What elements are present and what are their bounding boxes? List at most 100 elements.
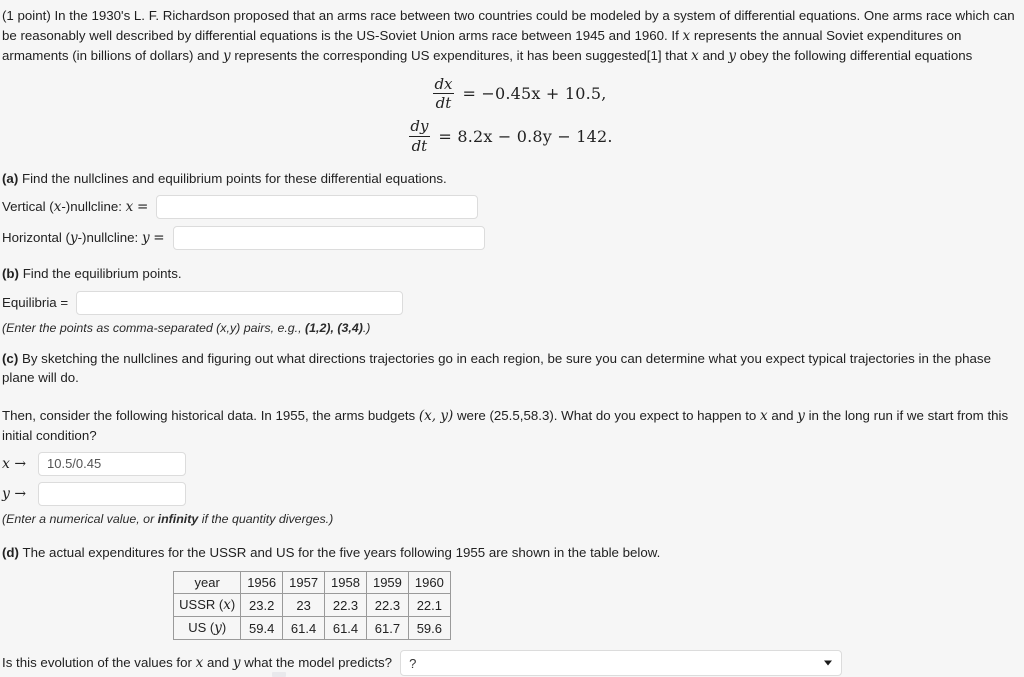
cell-ussr-1: 23.2 xyxy=(240,593,284,618)
part-c: (c) By sketching the nullclines and figu… xyxy=(0,349,1024,388)
limit-var-x: x xyxy=(2,455,10,472)
label-prefix: Horizontal ( xyxy=(2,230,70,246)
historical-prefix: Then, consider the following historical … xyxy=(2,407,416,423)
fraction-denominator: dt xyxy=(432,93,455,112)
label-var-y: y xyxy=(69,230,78,247)
fraction-dy-dt: dy dt xyxy=(407,118,431,155)
question-suffix: what the model predicts? xyxy=(244,655,393,671)
expenditures-table: year 1956 1957 1958 1959 1960 USSR (x) 2… xyxy=(173,571,451,641)
part-c-text: By sketching the nullclines and figuring… xyxy=(2,350,991,386)
equilibria-row: Equilibria = xyxy=(0,290,1024,315)
table-row-ussr: USSR (x) 23.2 23 22.3 22.3 22.1 xyxy=(173,593,451,618)
vertical-nullcline-input[interactable] xyxy=(156,195,479,220)
row-label-var-x: x xyxy=(223,597,231,614)
model-prediction-select[interactable]: ? xyxy=(400,650,843,677)
question-var-y: y xyxy=(232,655,241,672)
vertical-nullcline-label: Vertical (x-)nullcline: x = xyxy=(2,199,148,215)
cell-us-2: 61.4 xyxy=(282,616,326,641)
label-var-x-2: x xyxy=(125,199,134,216)
x-limit-row: x → xyxy=(0,451,1024,476)
inline-var-y-2: y xyxy=(728,48,737,64)
limit-var-y: y xyxy=(2,485,10,502)
cell-ussr-3: 22.3 xyxy=(324,593,367,618)
row-label-ussr: USSR (x) xyxy=(173,593,242,618)
part-a-text: Find the nullclines and equilibrium poin… xyxy=(21,170,447,186)
historical-data-text: Then, consider the following historical … xyxy=(0,406,1024,446)
question-prefix: Is this evolution of the values for xyxy=(2,655,192,671)
row-label-us: US (y) xyxy=(173,616,242,641)
fraction-numerator: dx xyxy=(434,74,453,93)
part-b-text: Find the equilibrium points. xyxy=(22,266,182,282)
inline-var-x-2: x xyxy=(691,48,699,64)
hint-suffix: if the quantity diverges.) xyxy=(198,511,334,526)
hint-suffix: .) xyxy=(362,320,371,335)
cell-us-3: 61.4 xyxy=(324,616,367,641)
cell-year-1: 1956 xyxy=(240,571,284,595)
y-limit-row: y → xyxy=(0,481,1024,506)
cell-year-4: 1959 xyxy=(365,571,409,595)
cell-year-2: 1957 xyxy=(282,571,326,595)
cell-ussr-2: 23 xyxy=(282,593,326,618)
chevron-down-icon xyxy=(824,660,833,666)
question-conjunction: and xyxy=(207,655,230,671)
historical-var-y: y xyxy=(797,407,805,424)
differential-equations: dx dt = −0.45x + 10.5, dy dt = 8.2x − 0.… xyxy=(0,74,1024,155)
fraction-denominator: dt xyxy=(408,135,431,155)
equation-dy-dt: dy dt = 8.2x − 0.8y − 142. xyxy=(0,118,1024,155)
model-prediction-label: Is this evolution of the values for x an… xyxy=(2,655,392,671)
x-limit-label: x → xyxy=(2,455,27,472)
cell-year-5: 1960 xyxy=(407,571,451,595)
fraction-numerator: dy xyxy=(410,117,429,136)
part-b: (b) Find the equilibrium points. xyxy=(0,264,1024,284)
part-c-label: (c) xyxy=(2,350,19,366)
page-edge-artifact xyxy=(272,672,286,677)
equation-rhs: = −0.45x + 10.5, xyxy=(462,84,607,104)
y-limit-label: y → xyxy=(2,485,27,502)
question-var-x: x xyxy=(195,655,204,672)
cell-year-3: 1958 xyxy=(324,571,367,595)
label-prefix: Vertical ( xyxy=(2,199,54,215)
select-value: ? xyxy=(409,655,417,671)
horizontal-nullcline-input[interactable] xyxy=(172,226,485,251)
expenditures-table-wrapper: year 1956 1957 1958 1959 1960 USSR (x) 2… xyxy=(0,571,1024,641)
horizontal-nullcline-row: Horizontal (y-)nullcline: y = xyxy=(0,226,1024,251)
part-b-label: (b) xyxy=(2,266,19,282)
hint-prefix: (Enter a numerical value, or xyxy=(2,511,158,526)
cell-us-4: 61.7 xyxy=(365,616,409,641)
equation-rhs: = 8.2x − 0.8y − 142. xyxy=(438,126,613,146)
equilibria-hint: (Enter the points as comma-separated (x,… xyxy=(0,321,1024,335)
problem-statement: (1 point) In the 1930's L. F. Richardson… xyxy=(0,0,1024,67)
historical-conjunction: and xyxy=(771,407,794,423)
part-d: (d) The actual expenditures for the USSR… xyxy=(0,543,1024,563)
cell-us-5: 59.6 xyxy=(407,616,451,641)
historical-var-x: x xyxy=(760,407,768,424)
equilibria-input[interactable] xyxy=(76,290,404,315)
cell-ussr-5: 22.1 xyxy=(407,593,451,618)
label-middle: -)nullcline: xyxy=(77,230,139,246)
horizontal-nullcline-label: Horizontal (y-)nullcline: y = xyxy=(2,230,165,246)
equilibria-label: Equilibria = xyxy=(2,295,69,311)
hint-infinity: infinity xyxy=(157,511,199,526)
cell-us-1: 59.4 xyxy=(240,616,284,641)
historical-middle: were (25.5,58.3). What do you expect to … xyxy=(456,407,757,423)
equals-sign: = xyxy=(153,230,165,247)
label-var-y-2: y xyxy=(141,230,150,247)
part-d-text: The actual expenditures for the USSR and… xyxy=(22,544,661,560)
part-d-label: (d) xyxy=(2,544,19,560)
equals-sign: = xyxy=(137,199,149,216)
intro-text-5: obey the following differential equation… xyxy=(739,48,973,63)
equation-dx-dt: dx dt = −0.45x + 10.5, xyxy=(14,74,1024,113)
hint-prefix: (Enter the points as comma-separated (x,… xyxy=(2,320,306,335)
intro-text-4: and xyxy=(702,48,725,63)
problem-page: (1 point) In the 1930's L. F. Richardson… xyxy=(0,0,1024,677)
cell-ussr-4: 22.3 xyxy=(365,593,409,618)
x-limit-input[interactable] xyxy=(38,451,186,476)
y-limit-input[interactable] xyxy=(38,481,186,506)
numeric-hint: (Enter a numerical value, or infinity if… xyxy=(0,512,1024,526)
vertical-nullcline-row: Vertical (x-)nullcline: x = xyxy=(0,195,1024,220)
fraction-dx-dt: dx dt xyxy=(431,74,455,113)
hint-example: (1,2), (3,4) xyxy=(305,320,363,335)
part-a: (a) Find the nullclines and equilibrium … xyxy=(0,169,1024,189)
table-row-us: US (y) 59.4 61.4 61.4 61.7 59.6 xyxy=(173,616,451,641)
row-label-var-y: y xyxy=(214,620,222,637)
